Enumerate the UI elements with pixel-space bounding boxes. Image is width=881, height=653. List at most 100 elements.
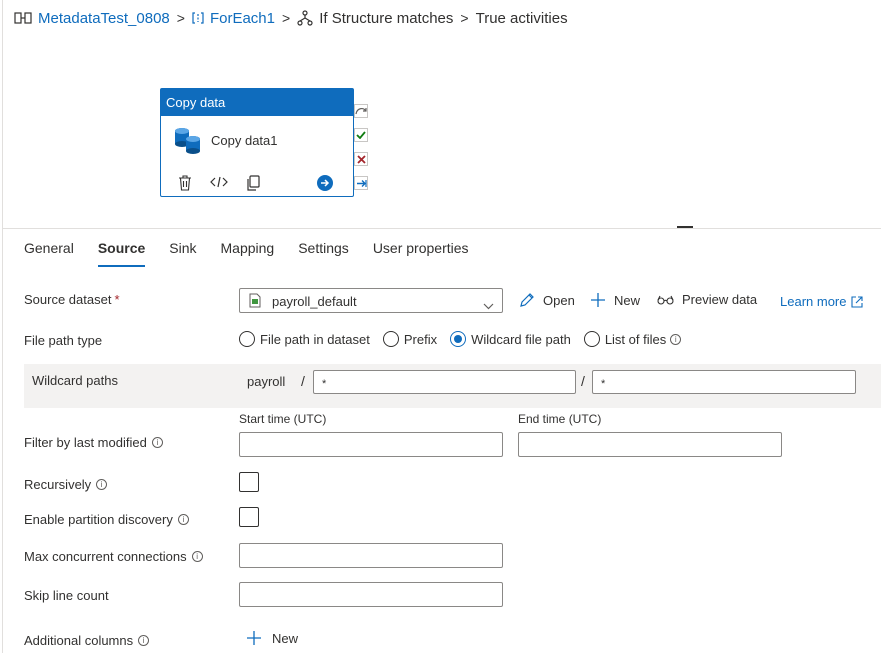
new-dataset-button[interactable]: New bbox=[590, 292, 640, 308]
pipeline-icon bbox=[14, 11, 32, 25]
activity-type-label: Copy data bbox=[161, 89, 353, 116]
dataset-file-icon bbox=[249, 293, 261, 313]
pencil-icon bbox=[519, 292, 535, 308]
source-dataset-label: Source dataset * bbox=[24, 292, 120, 307]
radio-label: List of files bbox=[604, 331, 667, 347]
if-condition-icon bbox=[297, 10, 313, 26]
code-icon[interactable] bbox=[210, 175, 228, 189]
max-conn-label-text: Max concurrent connections bbox=[24, 549, 187, 564]
delete-icon[interactable] bbox=[178, 175, 192, 191]
tab-general[interactable]: General bbox=[24, 240, 74, 267]
additional-columns-label: Additional columns i bbox=[24, 633, 150, 648]
end-time-input[interactable] bbox=[518, 432, 782, 457]
radio-circle bbox=[583, 331, 600, 347]
breadcrumb: MetadataTest_0808 > ForEach1 > If Struct… bbox=[14, 8, 568, 28]
path-separator: / bbox=[581, 373, 585, 389]
chevron-down-icon bbox=[483, 297, 494, 315]
recursively-label: Recursively i bbox=[24, 477, 108, 492]
radio-label: Prefix bbox=[403, 331, 438, 347]
radio-label: File path in dataset bbox=[260, 331, 370, 347]
properties-tabs: General Source Sink Mapping Settings Use… bbox=[24, 240, 493, 267]
plus-icon bbox=[246, 630, 262, 646]
radio-wildcard-file-path[interactable]: Wildcard file path bbox=[450, 331, 571, 347]
info-icon[interactable]: i bbox=[670, 333, 682, 345]
breadcrumb-separator: > bbox=[460, 10, 469, 26]
recursively-checkbox[interactable] bbox=[239, 472, 259, 492]
add-column-label: New bbox=[272, 630, 299, 646]
info-icon[interactable]: i bbox=[96, 479, 108, 490]
source-dataset-label-text: Source dataset bbox=[24, 292, 112, 307]
required-mark: * bbox=[114, 292, 120, 307]
tab-user-properties[interactable]: User properties bbox=[373, 240, 469, 267]
file-path-type-label: File path type bbox=[24, 333, 103, 348]
info-icon[interactable]: i bbox=[191, 551, 203, 562]
start-time-input[interactable] bbox=[239, 432, 503, 457]
wildcard-paths-row: Wildcard paths payroll / / bbox=[24, 364, 881, 408]
tab-sink[interactable]: Sink bbox=[169, 240, 196, 267]
max-concurrent-connections-label: Max concurrent connections i bbox=[24, 549, 203, 564]
panel-divider bbox=[2, 228, 881, 229]
copy-icon[interactable] bbox=[246, 175, 260, 191]
add-column-button[interactable]: New bbox=[246, 630, 298, 646]
open-dataset-label: Open bbox=[543, 292, 575, 308]
info-icon[interactable]: i bbox=[177, 514, 189, 525]
new-dataset-label: New bbox=[614, 292, 641, 308]
activity-name: Copy data1 bbox=[211, 133, 278, 148]
breadcrumb-separator: > bbox=[176, 10, 185, 26]
open-dataset-button[interactable]: Open bbox=[519, 292, 575, 308]
radio-prefix[interactable]: Prefix bbox=[382, 331, 438, 347]
path-separator: / bbox=[301, 373, 305, 389]
source-dataset-select[interactable]: payroll_default bbox=[239, 288, 503, 313]
radio-label: Wildcard file path bbox=[471, 331, 571, 347]
copy-data-activity[interactable]: Copy data Copy data1 bbox=[160, 88, 354, 197]
go-arrow-icon[interactable] bbox=[317, 175, 333, 191]
max-concurrent-connections-input[interactable] bbox=[239, 543, 503, 568]
partition-discovery-label: Enable partition discovery i bbox=[24, 512, 189, 527]
preview-data-label: Preview data bbox=[682, 292, 758, 307]
learn-more-label: Learn more bbox=[780, 294, 847, 309]
file-path-type-radio-group: File path in dataset Prefix Wildcard fil… bbox=[239, 331, 682, 347]
plus-icon bbox=[590, 292, 606, 308]
additional-columns-label-text: Additional columns bbox=[24, 633, 134, 648]
wildcard-folder-path-input[interactable] bbox=[313, 370, 576, 394]
radio-circle-selected bbox=[450, 331, 467, 347]
learn-more-link[interactable]: Learn more bbox=[780, 294, 864, 309]
breadcrumb-pipeline-link[interactable]: MetadataTest_0808 bbox=[38, 10, 170, 27]
radio-circle bbox=[239, 331, 255, 347]
preview-data-button[interactable]: Preview data bbox=[657, 292, 757, 307]
success-check-icon[interactable] bbox=[354, 128, 368, 142]
radio-dot bbox=[454, 335, 463, 343]
source-dataset-value: payroll_default bbox=[272, 294, 357, 309]
partition-discovery-checkbox[interactable] bbox=[239, 507, 259, 527]
wildcard-prefix: payroll bbox=[247, 374, 286, 389]
skip-line-count-label: Skip line count bbox=[24, 588, 109, 603]
partition-label-text: Enable partition discovery bbox=[24, 512, 173, 527]
foreach-icon bbox=[192, 11, 204, 25]
info-icon[interactable]: i bbox=[138, 635, 150, 646]
end-time-label: End time (UTC) bbox=[518, 412, 602, 426]
breadcrumb-current: True activities bbox=[475, 9, 568, 27]
wildcard-file-name-input[interactable] bbox=[592, 370, 856, 394]
filter-by-last-modified-label: Filter by last modified i bbox=[24, 435, 163, 450]
breadcrumb-foreach-link[interactable]: ForEach1 bbox=[210, 10, 275, 27]
filter-label-text: Filter by last modified bbox=[24, 435, 147, 450]
radio-list-of-files[interactable]: List of files bbox=[583, 331, 667, 347]
skip-line-count-input[interactable] bbox=[239, 582, 503, 607]
external-link-icon bbox=[851, 295, 864, 308]
left-border bbox=[2, 0, 3, 653]
failure-x-icon[interactable] bbox=[354, 152, 368, 166]
info-icon[interactable]: i bbox=[151, 437, 163, 448]
tab-mapping[interactable]: Mapping bbox=[221, 240, 275, 267]
wildcard-paths-label: Wildcard paths bbox=[32, 373, 118, 388]
breadcrumb-separator: > bbox=[282, 10, 291, 26]
start-time-label: Start time (UTC) bbox=[239, 412, 327, 426]
skip-icon[interactable] bbox=[354, 104, 368, 118]
database-icon bbox=[173, 126, 203, 161]
completion-arrow-icon[interactable] bbox=[354, 176, 368, 190]
tab-settings[interactable]: Settings bbox=[298, 240, 349, 267]
breadcrumb-condition: If Structure matches bbox=[319, 9, 454, 27]
recursively-label-text: Recursively bbox=[24, 477, 92, 492]
glasses-icon bbox=[657, 295, 674, 305]
tab-source[interactable]: Source bbox=[97, 240, 146, 267]
radio-file-path-in-dataset[interactable]: File path in dataset bbox=[239, 331, 370, 347]
